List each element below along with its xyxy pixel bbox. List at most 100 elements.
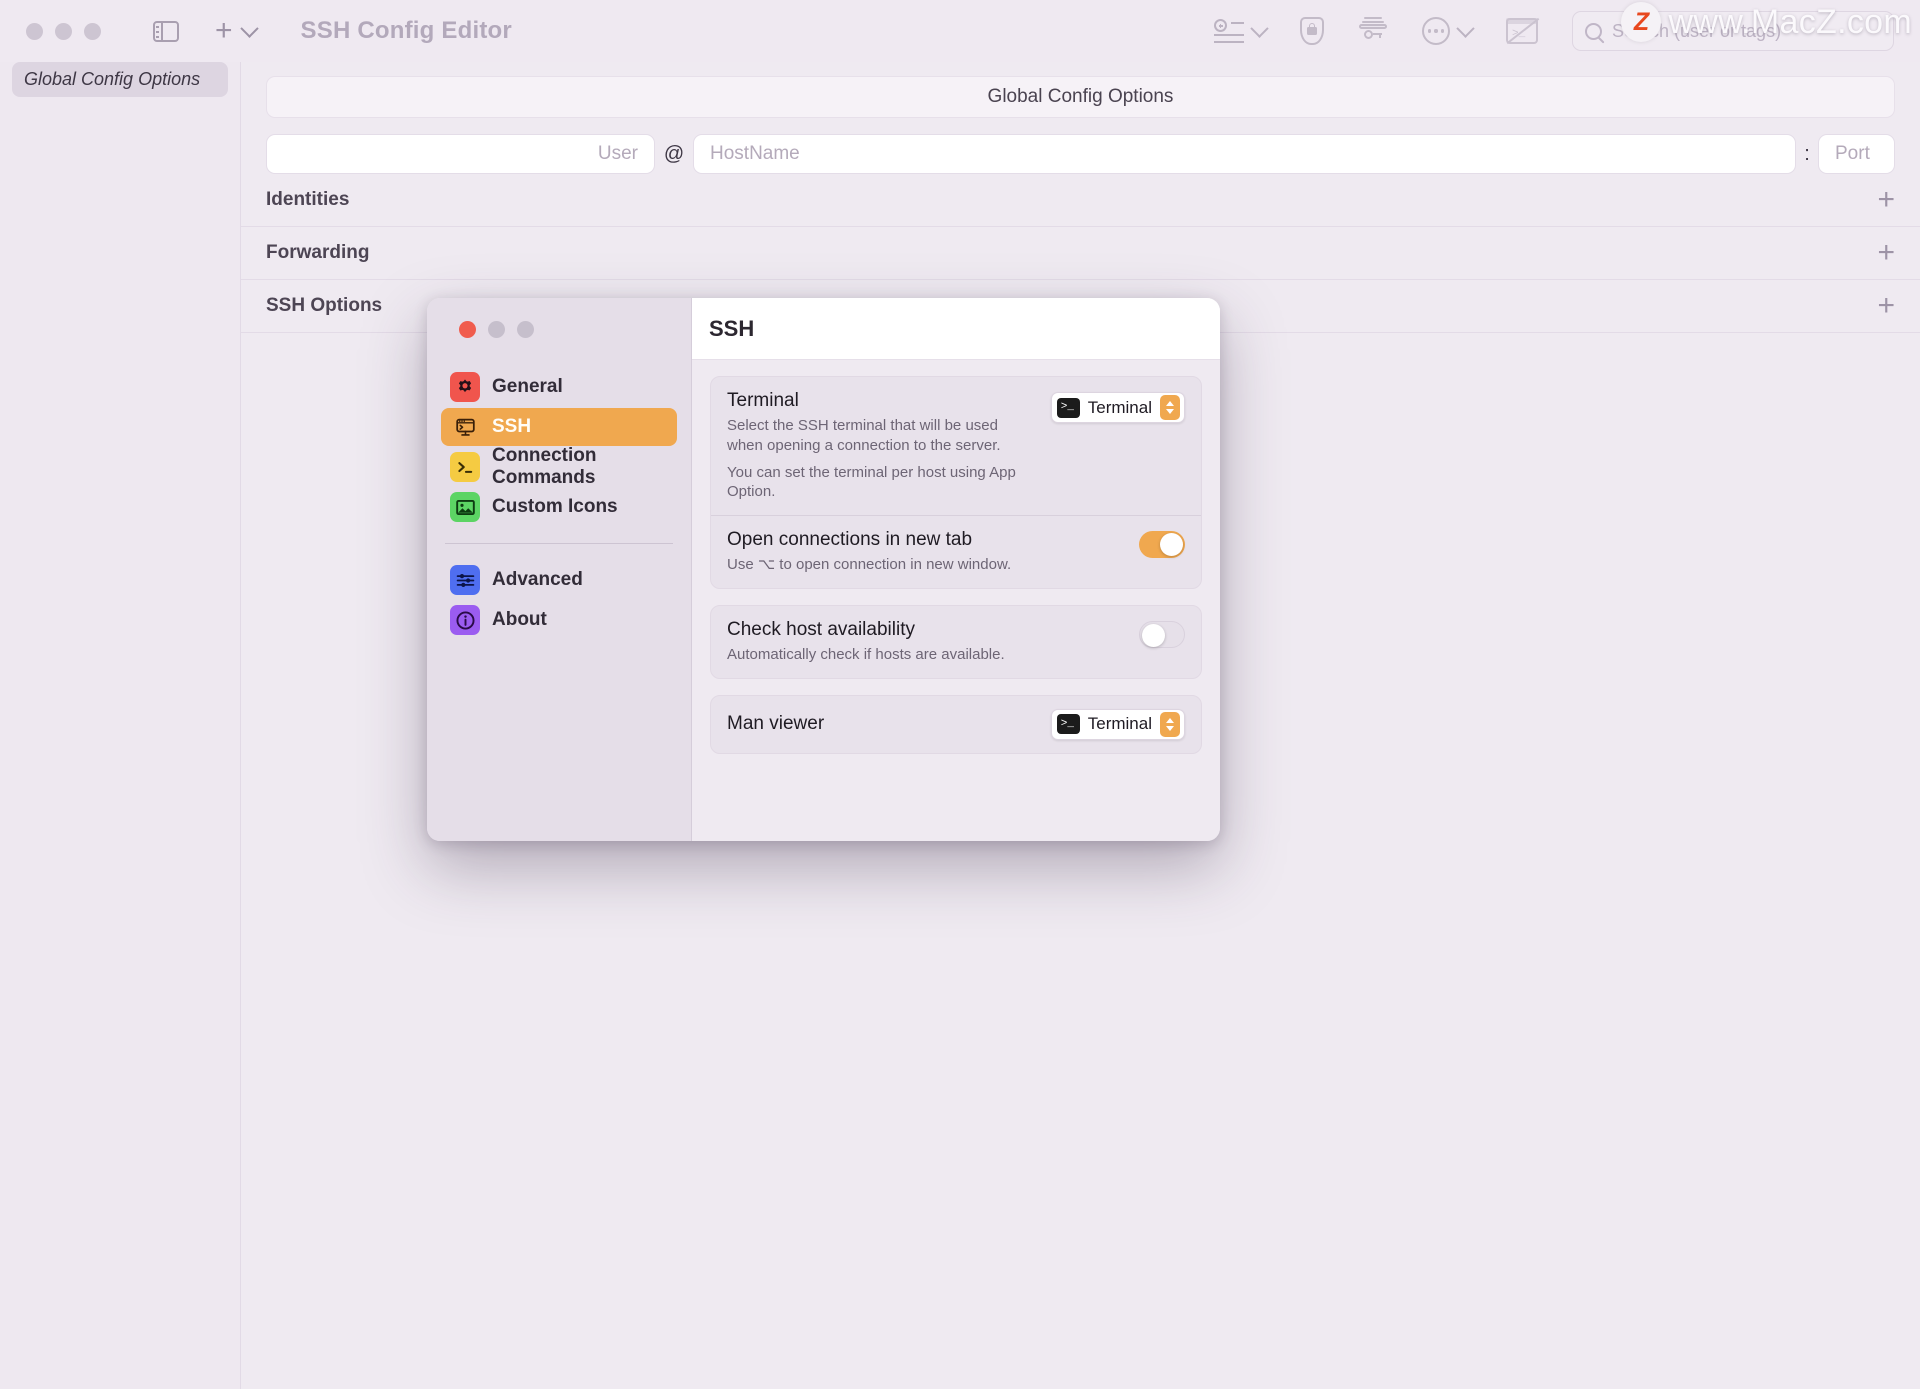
command-prompt-icon bbox=[450, 452, 480, 482]
sidebar-toggle-line bbox=[155, 35, 159, 38]
settings-sidebar: General SSH Connection Commands Custom I… bbox=[427, 298, 692, 841]
sidebar-toggle-icon[interactable] bbox=[153, 20, 179, 42]
terminal-toggle-button[interactable]: >_ bbox=[1506, 17, 1540, 45]
titlebar: + SSH Config Editor Search (user or tags… bbox=[0, 0, 1920, 62]
settings-dialog: General SSH Connection Commands Custom I… bbox=[427, 298, 1220, 841]
dialog-zoom-button[interactable] bbox=[517, 321, 534, 338]
settings-item-connection-commands[interactable]: Connection Commands bbox=[441, 445, 677, 488]
close-button[interactable] bbox=[26, 22, 43, 40]
shield-lock-icon bbox=[1300, 17, 1324, 45]
stepper-icon[interactable] bbox=[1160, 395, 1180, 420]
check-host-availability-toggle[interactable] bbox=[1139, 620, 1185, 648]
keys-button[interactable] bbox=[1358, 17, 1388, 45]
dialog-close-button[interactable] bbox=[459, 321, 476, 338]
gear-icon bbox=[450, 372, 480, 402]
add-ssh-option-button[interactable]: + bbox=[1877, 291, 1895, 321]
sidebar-toggle-line bbox=[155, 30, 159, 33]
dialog-traffic-lights[interactable] bbox=[441, 298, 677, 338]
setting-row-terminal: Terminal Select the SSH terminal that wi… bbox=[711, 377, 1201, 515]
settings-card-host-availability: Check host availability Automatically ch… bbox=[710, 604, 1202, 679]
setting-title: Man viewer bbox=[727, 713, 825, 735]
settings-item-about[interactable]: About bbox=[441, 601, 677, 639]
key-card-icon bbox=[1358, 17, 1388, 45]
terminal-app-icon: >_ bbox=[1056, 397, 1080, 418]
terminal-app-icon: >_ bbox=[1056, 714, 1080, 735]
setting-description: Use ⌥ to open connection in new window. bbox=[727, 556, 1012, 574]
at-symbol: @ bbox=[663, 142, 685, 165]
hostname-placeholder: HostName bbox=[710, 143, 800, 164]
setting-row-man-viewer: Man viewer >_ Terminal bbox=[711, 696, 1201, 753]
hostname-input[interactable]: HostName bbox=[693, 134, 1796, 174]
global-config-options-header: Global Config Options bbox=[266, 76, 1895, 118]
section-title: Identities bbox=[266, 189, 350, 210]
window-traffic-lights[interactable] bbox=[26, 22, 101, 40]
user-input[interactable]: User bbox=[266, 134, 655, 174]
settings-panel-title: SSH bbox=[692, 298, 1220, 360]
list-add-button[interactable] bbox=[1214, 18, 1269, 44]
setting-title: Open connections in new tab bbox=[727, 529, 973, 551]
settings-panel: SSH Terminal Select the SSH terminal tha… bbox=[692, 298, 1220, 841]
section-title: SSH Options bbox=[266, 295, 383, 316]
plus-icon: + bbox=[215, 14, 233, 47]
more-button[interactable] bbox=[1422, 17, 1475, 45]
search-field[interactable]: Search (user or tags) bbox=[1572, 11, 1894, 51]
settings-item-label: Advanced bbox=[492, 569, 583, 590]
settings-item-label: About bbox=[492, 609, 547, 630]
settings-item-label: SSH bbox=[492, 416, 532, 437]
terminal-off-icon: >_ bbox=[1506, 17, 1540, 45]
man-viewer-select[interactable]: >_ Terminal bbox=[1050, 708, 1185, 740]
settings-item-label: General bbox=[492, 376, 563, 397]
search-icon bbox=[1585, 22, 1602, 40]
setting-description-secondary: You can set the terminal per host using … bbox=[727, 463, 1016, 501]
security-button[interactable] bbox=[1300, 17, 1324, 45]
settings-item-label: Custom Icons bbox=[492, 496, 618, 517]
minimize-button[interactable] bbox=[55, 22, 72, 40]
stepper-icon[interactable] bbox=[1160, 711, 1180, 737]
section-identities[interactable]: Identities + bbox=[241, 174, 1920, 227]
settings-nav-secondary: Advanced About bbox=[441, 561, 677, 639]
add-button[interactable]: + bbox=[215, 14, 259, 47]
sidebar-item-label: Global Config Options bbox=[24, 69, 201, 89]
sidebar-item-global-config-options[interactable]: Global Config Options bbox=[12, 62, 228, 97]
colon-symbol: : bbox=[1804, 142, 1810, 165]
chevron-down-icon[interactable] bbox=[1250, 18, 1269, 38]
ellipsis-circle-icon bbox=[1422, 17, 1450, 45]
add-identity-button[interactable]: + bbox=[1877, 185, 1895, 215]
section-forwarding[interactable]: Forwarding + bbox=[241, 227, 1920, 280]
settings-nav-divider bbox=[445, 543, 673, 544]
dialog-minimize-button[interactable] bbox=[488, 321, 505, 338]
sidebar-toggle-divider bbox=[161, 20, 163, 42]
info-circle-icon bbox=[450, 605, 480, 635]
settings-card-terminal: Terminal Select the SSH terminal that wi… bbox=[710, 376, 1202, 589]
sidebar-toggle-line bbox=[155, 25, 159, 28]
left-sidebar: Global Config Options bbox=[0, 62, 241, 1389]
settings-item-advanced[interactable]: Advanced bbox=[441, 561, 677, 599]
image-icon bbox=[450, 492, 480, 522]
host-row: User @ HostName : Port bbox=[266, 134, 1895, 174]
settings-nav-primary: General SSH Connection Commands Custom I… bbox=[441, 368, 677, 526]
settings-item-custom-icons[interactable]: Custom Icons bbox=[441, 488, 677, 526]
settings-item-ssh[interactable]: SSH bbox=[441, 408, 677, 446]
terminal-select-value: Terminal bbox=[1087, 397, 1152, 417]
add-forwarding-button[interactable]: + bbox=[1877, 238, 1895, 268]
terminal-select[interactable]: >_ Terminal bbox=[1050, 392, 1185, 423]
settings-card-man-viewer: Man viewer >_ Terminal bbox=[710, 694, 1202, 754]
open-in-new-tab-toggle[interactable] bbox=[1139, 531, 1185, 559]
port-input[interactable]: Port bbox=[1818, 134, 1895, 174]
app-window: + SSH Config Editor Search (user or tags… bbox=[0, 0, 1920, 1389]
terminal-window-icon bbox=[450, 412, 480, 442]
settings-item-general[interactable]: General bbox=[441, 368, 677, 406]
setting-description: Select the SSH terminal that will be use… bbox=[727, 417, 1001, 454]
chevron-down-icon[interactable] bbox=[1456, 18, 1475, 38]
settings-panel-body: Terminal Select the SSH terminal that wi… bbox=[692, 360, 1220, 786]
toolbar-icons: >_ Search (user or tags) bbox=[1214, 11, 1920, 51]
search-placeholder: Search (user or tags) bbox=[1612, 20, 1782, 41]
page-title: SSH Config Editor bbox=[300, 17, 512, 44]
man-viewer-select-value: Terminal bbox=[1087, 714, 1152, 734]
toggle-knob bbox=[1142, 623, 1165, 647]
setting-description: Automatically check if hosts are availab… bbox=[727, 645, 1005, 663]
setting-row-open-in-new-tab: Open connections in new tab Use ⌥ to ope… bbox=[711, 515, 1201, 588]
chevron-down-icon[interactable] bbox=[239, 18, 259, 38]
zoom-button[interactable] bbox=[84, 22, 101, 40]
toggle-knob bbox=[1160, 533, 1183, 557]
